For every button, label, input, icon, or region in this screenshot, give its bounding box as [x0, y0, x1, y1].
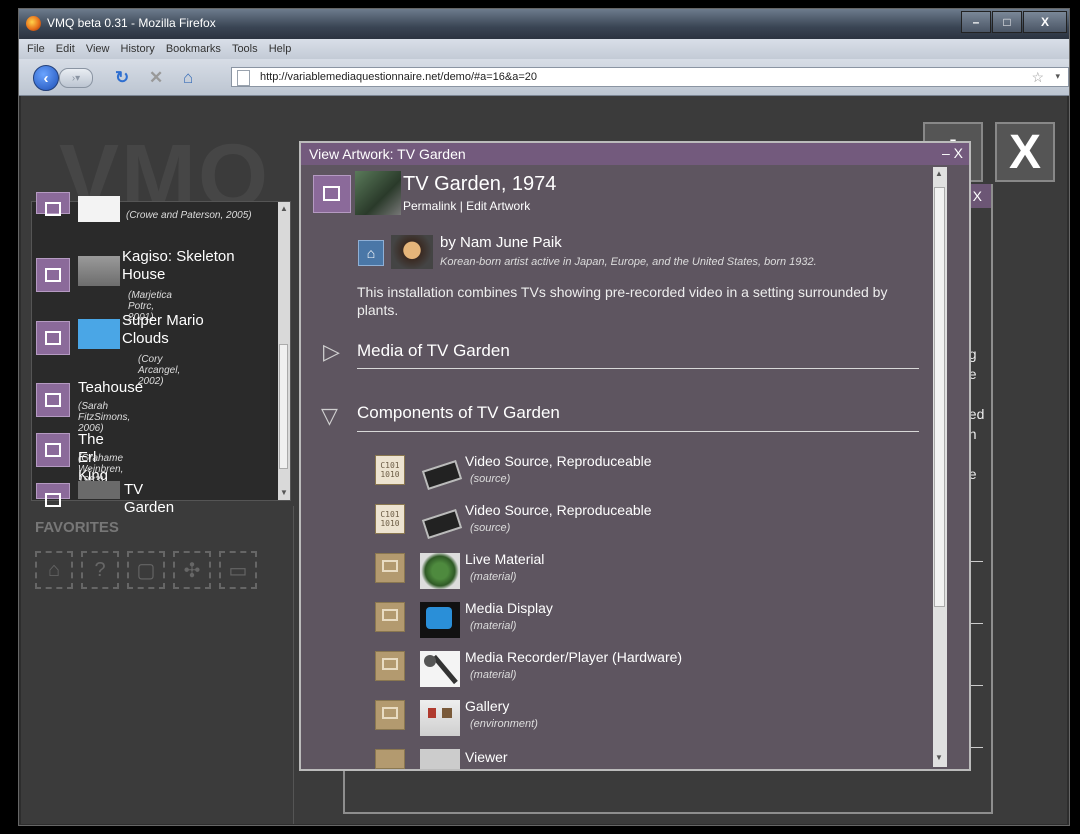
institution-icon: ⌂ [358, 240, 384, 266]
monitor-icon [375, 553, 405, 583]
viewer-thumbnail [420, 749, 460, 769]
dialog-scrollbar[interactable]: ▲ ▼ [933, 167, 947, 767]
reload-icon[interactable]: ↻ [115, 68, 129, 88]
artwork-thumbnail [78, 256, 120, 286]
dialog-titlebar: View Artwork: TV Garden – X [301, 143, 969, 165]
menu-history[interactable]: History [121, 43, 155, 55]
link-separator: | [459, 199, 463, 213]
divider [357, 431, 919, 432]
artwork-icon [36, 258, 70, 292]
artwork-icon [313, 175, 351, 213]
artist-name[interactable]: by Nam June Paik [440, 234, 562, 251]
forward-button[interactable]: ›▾ [59, 68, 93, 88]
videotape-icon [420, 455, 463, 491]
artist-description: Korean-born artist active in Japan, Euro… [440, 256, 817, 268]
artwork-description: This installation combines TVs showing p… [357, 284, 888, 318]
media-section-heading[interactable]: Media of TV Garden [357, 341, 510, 361]
window-title: VMQ beta 0.31 - Mozilla Firefox [47, 16, 216, 30]
permalink-link[interactable]: Permalink [403, 199, 456, 213]
microphone-thumbnail [420, 651, 460, 687]
expand-arrow-icon[interactable]: ▷ [323, 339, 340, 365]
artwork-links: Permalink | Edit Artwork [403, 199, 530, 213]
monitor-icon [375, 602, 405, 632]
menu-bookmarks[interactable]: Bookmarks [166, 43, 221, 55]
dialog-controls[interactable]: – X [942, 145, 963, 161]
artwork-thumbnail [355, 171, 401, 215]
dialog-scroll-thumb[interactable] [934, 187, 945, 607]
sidebar-scrollbar[interactable]: ▲ ▼ [278, 202, 290, 500]
home-icon[interactable]: ⌂ [183, 68, 193, 88]
artwork-title: TV Garden, 1974 [403, 173, 557, 195]
menu-file[interactable]: File [27, 43, 45, 55]
artwork-thumbnail [78, 481, 120, 499]
url-dropdown-icon[interactable]: ▾ [1055, 71, 1060, 82]
collapse-arrow-icon[interactable]: ▽ [321, 403, 338, 429]
title-bar: VMQ beta 0.31 - Mozilla Firefox – □ X [19, 9, 1069, 39]
firefox-icon [26, 16, 41, 31]
page-content: VMQ + X (Crowe and Paterson, 2005) Kagis… [21, 96, 1067, 824]
artwork-icon [36, 433, 70, 467]
bookmark-star-icon[interactable]: ☆ [1031, 69, 1044, 86]
divider [293, 506, 294, 824]
scroll-down-icon[interactable]: ▼ [280, 488, 288, 497]
menu-view[interactable]: View [86, 43, 110, 55]
monitor-icon [375, 651, 405, 681]
page-icon [237, 70, 250, 86]
puzzle-icon[interactable]: ✣ [173, 551, 211, 589]
artwork-thumbnail [78, 196, 120, 222]
sidebar-scroll-thumb[interactable] [279, 344, 288, 469]
scroll-down-icon[interactable]: ▼ [935, 753, 943, 762]
navigation-toolbar: ‹ ›▾ ↻ ✕ ⌂ http://variablemediaquestionn… [19, 59, 1069, 96]
person-icon [375, 749, 405, 769]
scroll-up-icon[interactable]: ▲ [280, 204, 288, 213]
box-icon[interactable]: ▢ [127, 551, 165, 589]
artwork-icon [36, 383, 70, 417]
menu-help[interactable]: Help [269, 43, 292, 55]
binary-icon: C101 1010 [375, 504, 405, 534]
question-icon[interactable]: ? [81, 551, 119, 589]
url-bar[interactable]: http://variablemediaquestionnaire.net/de… [231, 67, 1069, 87]
stop-icon[interactable]: ✕ [149, 68, 163, 88]
divider [357, 368, 919, 369]
back-button[interactable]: ‹ [33, 65, 59, 91]
dialog-title: View Artwork: TV Garden [309, 146, 466, 162]
plant-thumbnail [420, 553, 460, 589]
edit-artwork-link[interactable]: Edit Artwork [466, 199, 530, 213]
videotape-icon [420, 504, 463, 540]
browser-window: VMQ beta 0.31 - Mozilla Firefox – □ X Fi… [18, 8, 1070, 826]
scroll-up-icon[interactable]: ▲ [935, 169, 943, 178]
artwork-icon [36, 192, 70, 216]
view-artwork-dialog: View Artwork: TV Garden – X TV Garden, 1… [299, 141, 971, 771]
url-text: http://variablemediaquestionnaire.net/de… [260, 71, 538, 83]
close-app-button[interactable]: X [995, 122, 1055, 182]
television-thumbnail [420, 602, 460, 638]
artwork-icon [36, 321, 70, 355]
maximize-button[interactable]: □ [992, 11, 1022, 33]
component-item[interactable]: Viewer [375, 749, 535, 769]
menu-edit[interactable]: Edit [56, 43, 75, 55]
artwork-icon [36, 483, 70, 507]
minimize-button[interactable]: – [961, 11, 991, 33]
components-section-heading[interactable]: Components of TV Garden [357, 403, 560, 423]
institution-icon[interactable]: ⌂ [35, 551, 73, 589]
menu-bar: File Edit View History Bookmarks Tools H… [19, 39, 1069, 59]
frame-icon[interactable]: ▭ [219, 551, 257, 589]
artist-photo [391, 235, 433, 269]
gallery-thumbnail [420, 700, 460, 736]
artwork-list: (Crowe and Paterson, 2005) Kagiso: Skele… [31, 192, 291, 516]
binary-icon: C101 1010 [375, 455, 405, 485]
favorites-heading: FAVORITES [35, 519, 119, 536]
close-window-button[interactable]: X [1023, 11, 1067, 33]
artwork-thumbnail [78, 319, 120, 349]
frame-icon [375, 700, 405, 730]
menu-tools[interactable]: Tools [232, 43, 258, 55]
